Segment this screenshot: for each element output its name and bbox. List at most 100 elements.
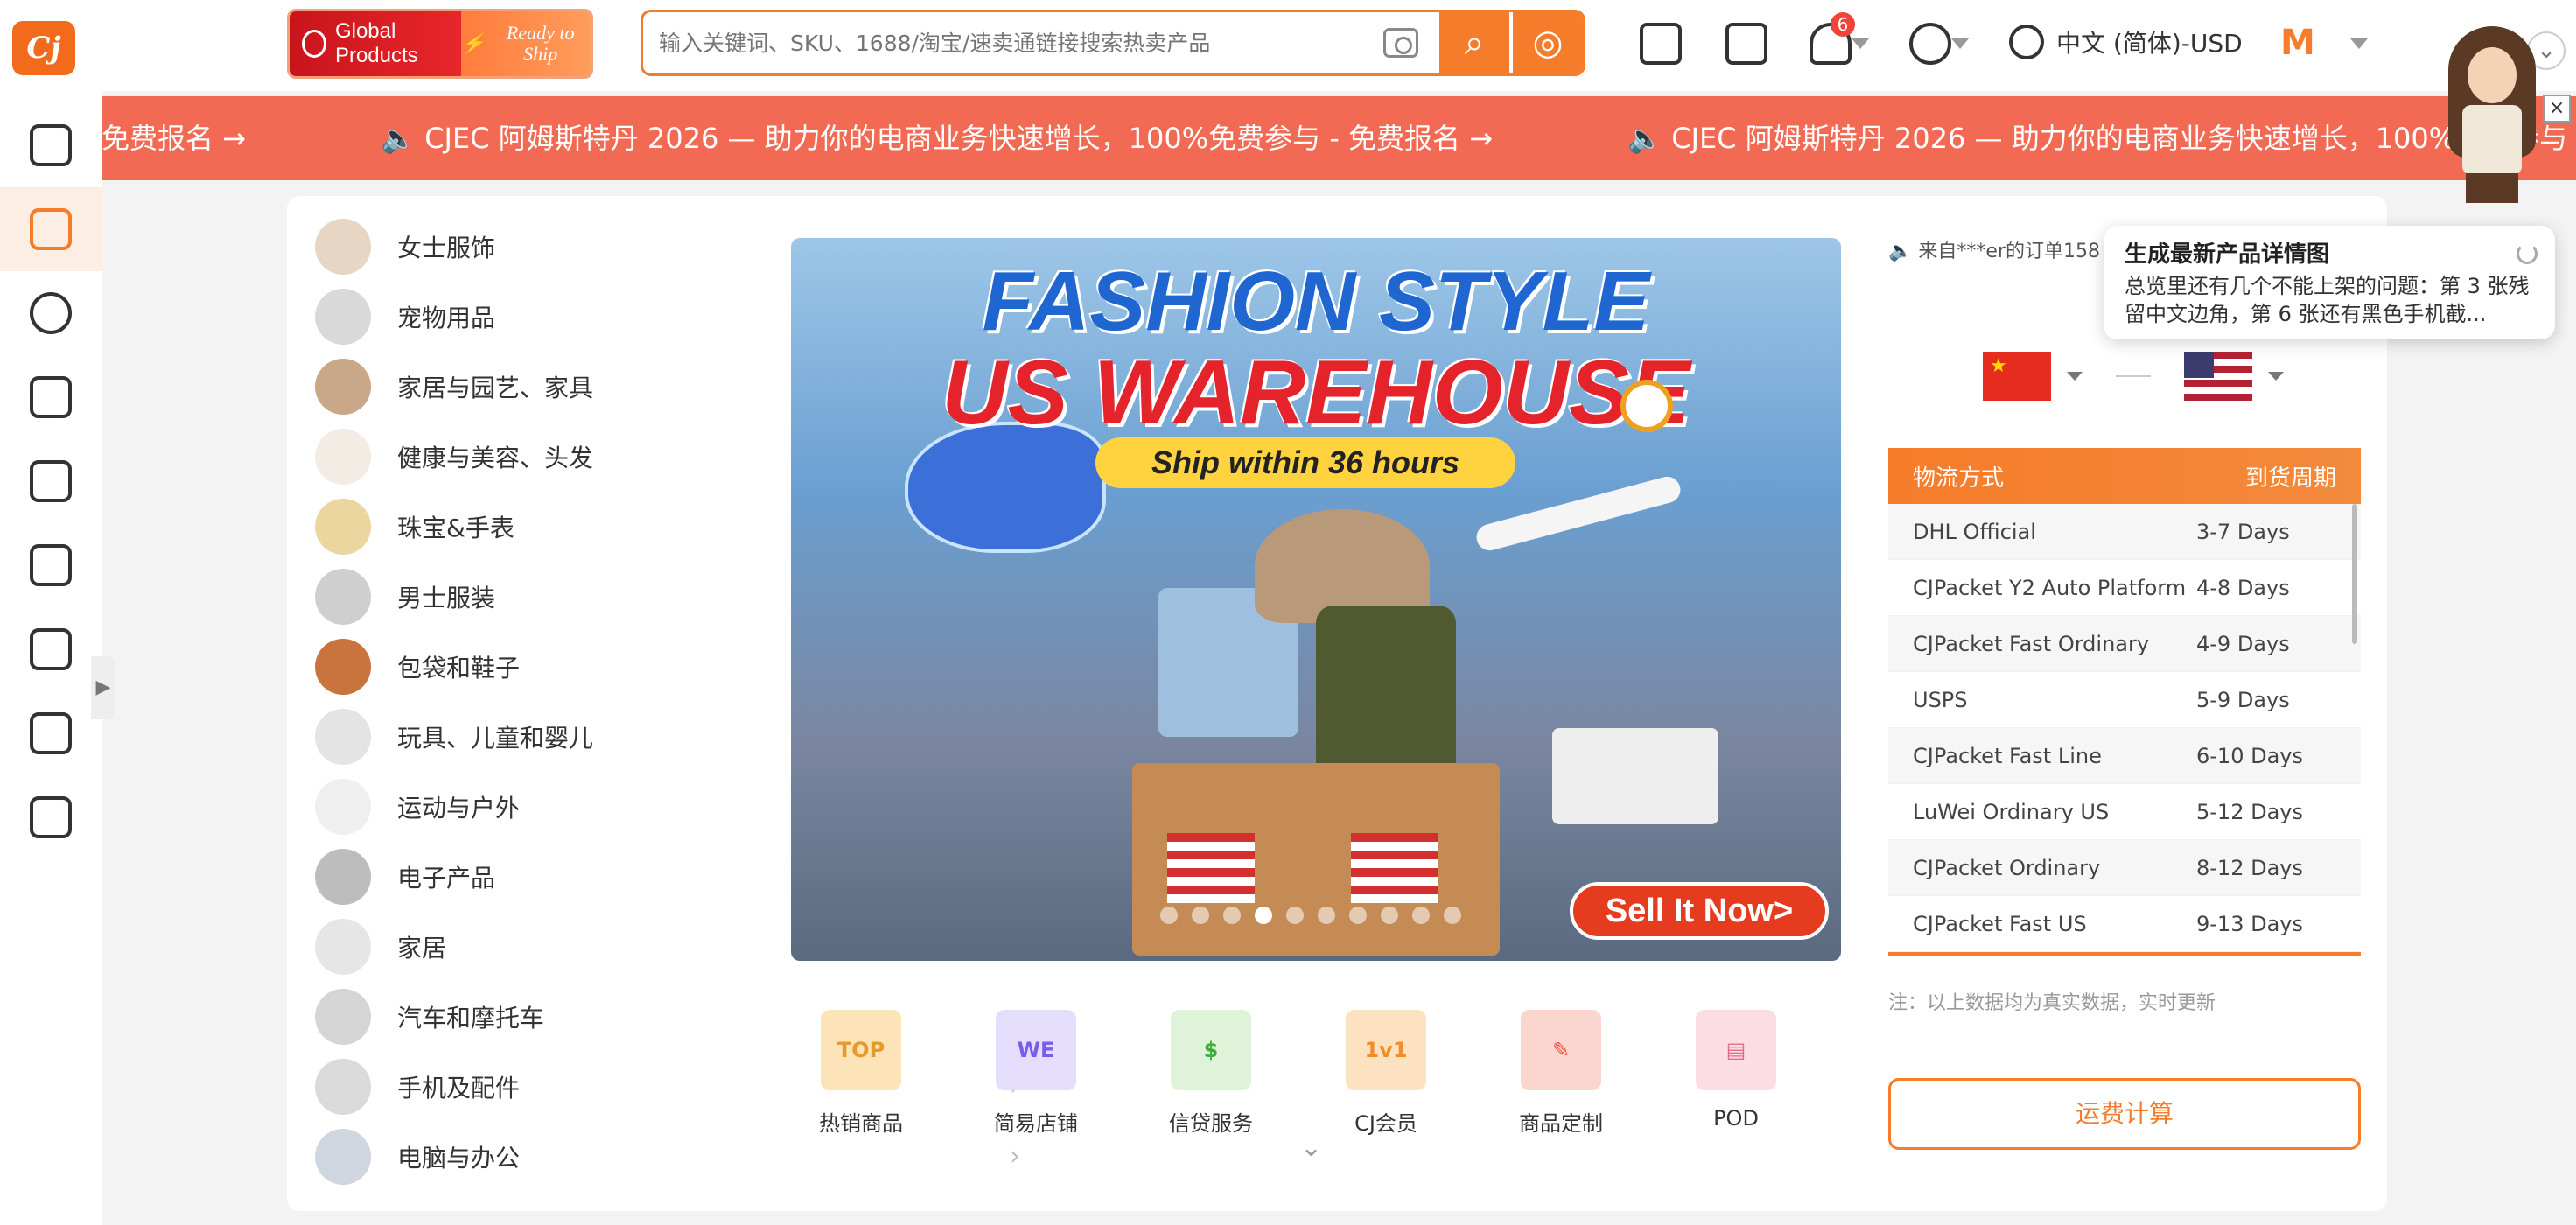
nav-inventory[interactable] [0, 355, 102, 439]
nav-sourcing[interactable] [0, 271, 102, 355]
nav-cart[interactable] [0, 439, 102, 523]
header-days: 到货周期 [2244, 465, 2336, 492]
category-label: 运动与户外 [397, 794, 521, 822]
category-label: 手机及配件 [397, 1074, 521, 1102]
toast-title: 生成最新产品详情图 [2124, 242, 2330, 268]
service-label: 热销商品 [819, 1111, 903, 1136]
chevron-down-icon[interactable] [2268, 372, 2284, 381]
cj-logo[interactable]: Cj [12, 21, 75, 75]
nav-product-search[interactable] [0, 187, 102, 271]
ai-search-button[interactable]: ◎ [1513, 12, 1583, 74]
help-icon[interactable] [1909, 23, 1951, 65]
language-selector[interactable]: 中文 (简体)-USD [2009, 24, 2243, 60]
service-cj-member[interactable]: 1v1 CJ会员 [1298, 1010, 1474, 1137]
table-row: LuWei Ordinary US 5-12 Days [1888, 784, 2361, 840]
carousel-dot[interactable] [1286, 906, 1304, 924]
ship-days: 9-13 Days [2196, 911, 2303, 936]
search-input[interactable] [659, 12, 1376, 74]
ai-task-toast[interactable]: 生成最新产品详情图 总览里还有几个不能上架的问题：第 3 张残留中文边角，第 6… [2104, 226, 2555, 340]
ai-search-icon: ◎ [1532, 23, 1564, 63]
assistant-avatar[interactable] [2440, 26, 2544, 203]
carousel-dot[interactable] [1349, 906, 1367, 924]
we-icon: WE [996, 1010, 1076, 1090]
announcement-ticker[interactable]: 免费报名 → 🔈 CJEC 阿姆斯特丹 2026 — 助力你的电商业务快速增长，… [102, 96, 2576, 180]
category-thumb [315, 359, 371, 415]
video-icon[interactable] [1640, 23, 1682, 65]
china-flag-icon[interactable] [1983, 352, 2051, 401]
chart-monitor-icon [30, 796, 72, 838]
chevron-down-icon[interactable] [2350, 38, 2368, 49]
clip-icon [30, 628, 72, 670]
clipboard-icon [30, 544, 72, 586]
category-label: 电子产品 [397, 864, 496, 892]
carousel-dot[interactable] [1381, 906, 1398, 924]
store-check-icon [30, 712, 72, 754]
service-shortcuts: TOP 热销商品 WE 简易店铺 $ 信贷服务 1v1 CJ会员 ✎ 商品定制 ▤ POD [774, 1010, 1858, 1150]
expand-sidebar-button[interactable]: ▶ [91, 656, 116, 719]
nav-pod[interactable] [0, 607, 102, 691]
ticker-item[interactable]: 免费报名 → [102, 122, 246, 155]
carousel-dot[interactable] [1255, 906, 1272, 924]
ship-method: CJPacket Fast Ordinary [1913, 631, 2150, 656]
table-row: CJPacket Ordinary 8-12 Days [1888, 840, 2361, 896]
ship-method: CJPacket Y2 Auto Platform [1913, 575, 2187, 600]
global-products-banner[interactable]: Global Products ⚡ Ready to Ship [287, 9, 593, 79]
search-button[interactable]: ⌕ [1439, 12, 1509, 74]
close-icon[interactable]: × [2543, 94, 2571, 122]
table-scrollbar[interactable] [2352, 504, 2357, 644]
header-method: 物流方式 [1913, 465, 2005, 492]
shipping-table: 物流方式 到货周期 DHL Official 3-7 Days CJPacket … [1888, 448, 2361, 956]
nav-analytics[interactable] [0, 775, 102, 859]
service-credit[interactable]: $ 信贷服务 [1124, 1010, 1298, 1137]
table-row: USPS 5-9 Days [1888, 672, 2361, 728]
data-note: 注：以上数据均为真实数据，实时更新 [1888, 992, 2216, 1014]
global-products-label: Global Products [334, 19, 418, 67]
category-label: 女士服饰 [397, 234, 496, 262]
shipping-table-body[interactable]: DHL Official 3-7 Days CJPacket Y2 Auto Pl… [1888, 504, 2361, 952]
service-label: CJ会员 [1354, 1111, 1418, 1136]
expand-services-chevron-icon[interactable]: ⌄ [1300, 1132, 1322, 1163]
camera-icon[interactable] [1383, 28, 1418, 58]
ruler-pencil-icon: ✎ [1521, 1010, 1601, 1090]
avatar[interactable]: M [2280, 23, 2315, 63]
truck-graphic [1552, 728, 1718, 824]
shipping-calc-button[interactable]: 运费计算 [1888, 1078, 2361, 1150]
ticker-item[interactable]: 🔈 CJEC 阿姆斯特丹 2026 — 助力你的电商业务快速增长，100%免费参… [381, 122, 1493, 155]
carousel-dot[interactable] [1444, 906, 1461, 924]
chevron-down-icon[interactable] [1951, 38, 1969, 49]
category-label: 家居 [397, 934, 447, 962]
sell-now-button[interactable]: Sell It Now> [1570, 882, 1829, 940]
service-customization[interactable]: ✎ 商品定制 [1474, 1010, 1648, 1137]
us-flag-icon[interactable] [2184, 352, 2252, 401]
service-pod[interactable]: ▤ POD [1648, 1010, 1824, 1130]
ship-method: USPS [1913, 687, 1968, 712]
avatar-face [2468, 47, 2516, 103]
carousel-dot[interactable] [1160, 906, 1178, 924]
carousel-dot[interactable] [1318, 906, 1335, 924]
carousel-dot[interactable] [1192, 906, 1209, 924]
nav-home[interactable] [0, 103, 102, 187]
ticker-item[interactable]: 🔈 CJEC 阿姆斯特丹 2026 — 助力你的电商业务快速增长，100%免费参… [1628, 122, 2576, 155]
side-nav [0, 91, 102, 1225]
route-arrow [2116, 375, 2151, 377]
nav-stores[interactable] [0, 691, 102, 775]
category-thumb [315, 219, 371, 275]
chevron-down-icon[interactable] [2067, 372, 2082, 381]
chevron-down-icon[interactable] [1852, 38, 1869, 49]
ship-days: 4-9 Days [2196, 631, 2290, 656]
nav-orders[interactable] [0, 523, 102, 607]
carousel-dot[interactable] [1412, 906, 1430, 924]
global-products-section: Global Products [290, 11, 461, 76]
carousel-dot[interactable] [1223, 906, 1241, 924]
service-easy-store[interactable]: WE 简易店铺 [948, 1010, 1124, 1137]
category-thumb [315, 639, 371, 695]
category-label: 健康与美容、头发 [397, 444, 594, 472]
hero-banner[interactable]: FASHION STYLE US WAREHOUSE Ship within 3… [791, 238, 1841, 961]
lightning-icon: ⚡ [461, 32, 486, 54]
bag-icon [30, 376, 72, 418]
calendar-check-icon[interactable] [1726, 23, 1768, 65]
category-label: 汽车和摩托车 [397, 1004, 545, 1032]
category-thumb [315, 919, 371, 975]
category-thumb [315, 709, 371, 765]
service-hot-products[interactable]: TOP 热销商品 [774, 1010, 948, 1137]
